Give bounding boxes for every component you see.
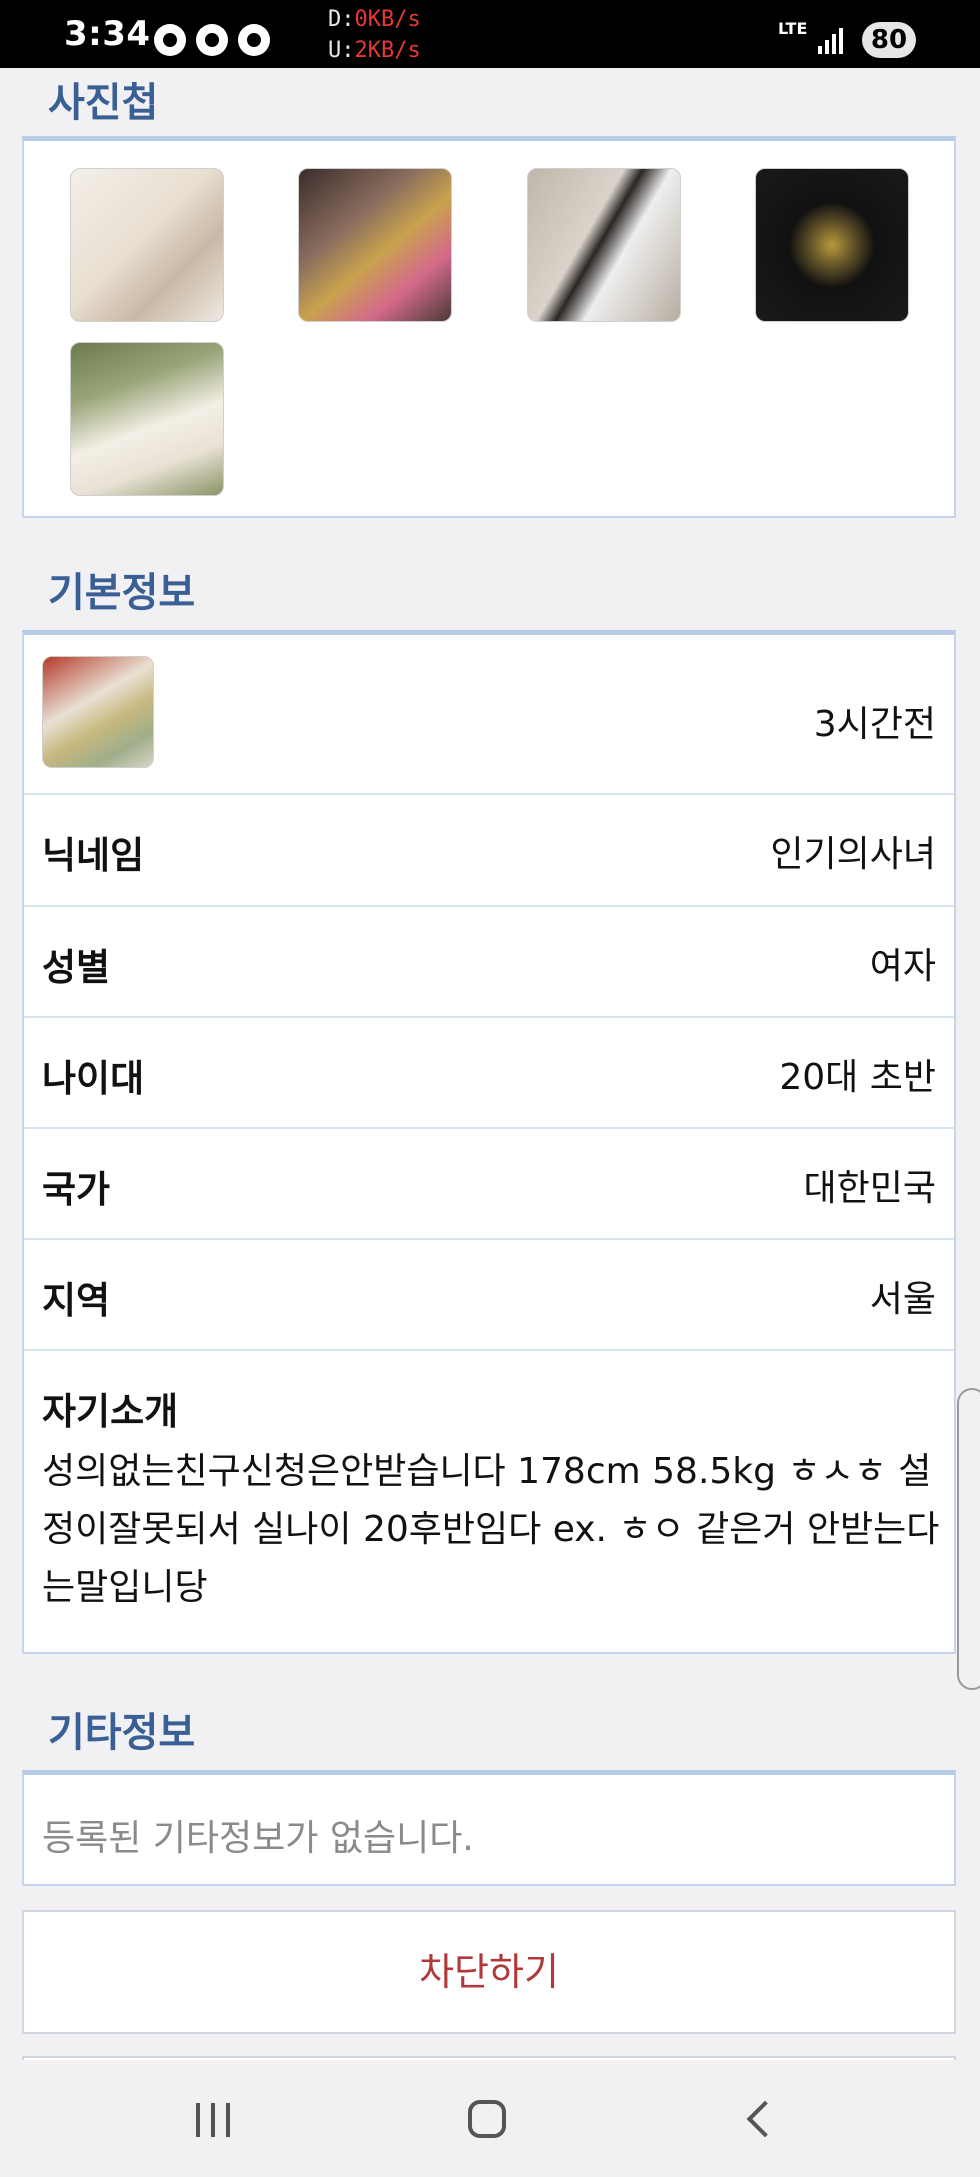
info-value: 20대 초반 [779,1057,936,1098]
other-info-panel: 등록된 기타정보가 없습니다. [22,1770,956,1886]
album-panel [22,136,956,518]
intro-label: 자기소개 [42,1390,179,1433]
home-icon[interactable] [468,2100,506,2138]
other-info-empty-text: 등록된 기타정보가 없습니다. [42,1818,474,1859]
album-photo[interactable] [70,342,224,496]
network-speed: D:0KB/s U:2KB/s [328,4,421,66]
net-up-value: 2KB/s [354,38,421,63]
info-label: 국가 [42,1168,111,1211]
notification-icons [154,24,270,56]
info-label: 지역 [42,1279,111,1322]
last-active-time: 3시간전 [813,704,936,745]
battery-indicator: 80 [862,22,916,58]
net-up-label: U: [328,38,355,63]
info-row-age: 나이대 20대 초반 [24,1016,954,1127]
intro-text: 성의없는친구신청은안받습니다 178cm 58.5kg ㅎㅅㅎ 설정이잘못되서 … [42,1451,940,1608]
signal-icon [818,24,843,54]
recent-apps-icon[interactable] [196,2103,230,2137]
info-row-region: 지역 서울 [24,1238,954,1349]
info-row-country: 국가 대한민국 [24,1127,954,1238]
status-bar: 3:34 D:0KB/s U:2KB/s LTE 80 [0,0,980,68]
info-value: 인기의사녀 [770,834,936,875]
aperture-icon [196,24,228,56]
album-photo[interactable] [527,168,681,322]
info-row-nickname: 닉네임 인기의사녀 [24,793,954,905]
net-down-value: 0KB/s [354,7,421,32]
info-row-intro: 자기소개 성의없는친구신청은안받습니다 178cm 58.5kg ㅎㅅㅎ 설정이… [24,1349,954,1654]
info-label: 나이대 [42,1057,145,1100]
info-value: 대한민국 [803,1168,936,1209]
info-value: 서울 [869,1279,936,1320]
aperture-icon [154,24,186,56]
info-label: 닉네임 [42,834,145,877]
info-value: 여자 [869,946,936,987]
status-time: 3:34 [64,14,151,54]
album-photo[interactable] [70,168,224,322]
block-button[interactable]: 차단하기 [22,1910,956,2034]
info-row-gender: 성별 여자 [24,905,954,1016]
aperture-icon [238,24,270,56]
other-info-title: 기타정보 [48,1710,196,1756]
album-title: 사진첩 [48,80,159,126]
album-photo[interactable] [755,168,909,322]
album-photo[interactable] [298,168,452,322]
basic-info-title: 기본정보 [48,570,196,616]
edge-panel-handle[interactable] [957,1388,980,1690]
lte-indicator: LTE [778,19,808,38]
basic-info-panel: 3시간전 닉네임 인기의사녀 성별 여자 나이대 20대 초반 국가 대한민국 … [22,630,956,1654]
net-down-label: D: [328,7,355,32]
profile-avatar[interactable] [42,656,154,768]
info-label: 성별 [42,946,111,989]
